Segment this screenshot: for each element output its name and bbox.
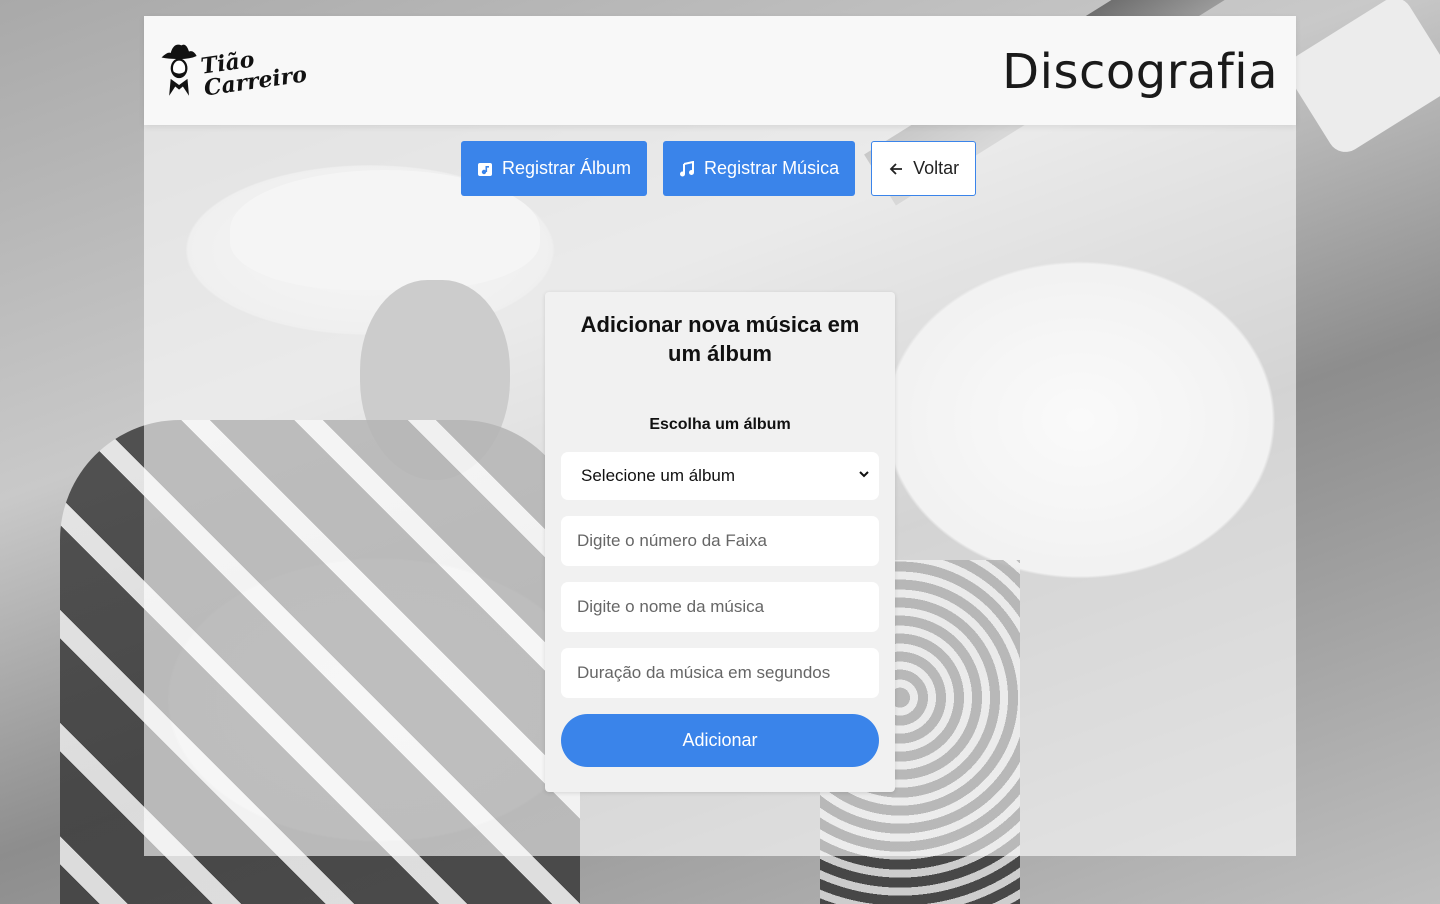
back-label: Voltar	[913, 158, 960, 178]
album-select[interactable]: Selecione um álbum	[561, 452, 879, 500]
form-title: Adicionar nova música em um álbum	[580, 312, 860, 366]
page-title: Discografia	[1002, 44, 1278, 100]
album-icon	[477, 161, 493, 177]
back-button[interactable]: Voltar	[871, 141, 977, 196]
guitar-head-shape	[1281, 0, 1440, 159]
song-name-input[interactable]	[561, 582, 879, 632]
track-number-input[interactable]	[561, 516, 879, 566]
action-bar: Registrar Álbum Registrar Música Voltar	[461, 141, 977, 196]
site-header: Tião Carreiro Discografia	[144, 16, 1296, 125]
register-music-label: Registrar Música	[704, 158, 840, 178]
logo-text: Tião Carreiro	[199, 46, 309, 102]
register-album-button[interactable]: Registrar Álbum	[461, 141, 648, 196]
album-label: Escolha um álbum	[649, 416, 791, 433]
chevron-down-icon	[857, 466, 871, 486]
register-album-label: Registrar Álbum	[502, 158, 632, 178]
duration-input[interactable]	[561, 648, 879, 698]
cowboy-logo-icon	[161, 44, 197, 96]
album-select-value: Selecione um álbum	[581, 466, 736, 485]
register-music-button[interactable]: Registrar Música	[663, 141, 856, 196]
music-note-icon	[679, 160, 695, 177]
logo[interactable]: Tião Carreiro	[160, 30, 328, 108]
arrow-left-icon	[888, 161, 904, 177]
add-button[interactable]: Adicionar	[561, 714, 879, 767]
add-song-form: Adicionar nova música em um álbum Escolh…	[545, 292, 895, 792]
